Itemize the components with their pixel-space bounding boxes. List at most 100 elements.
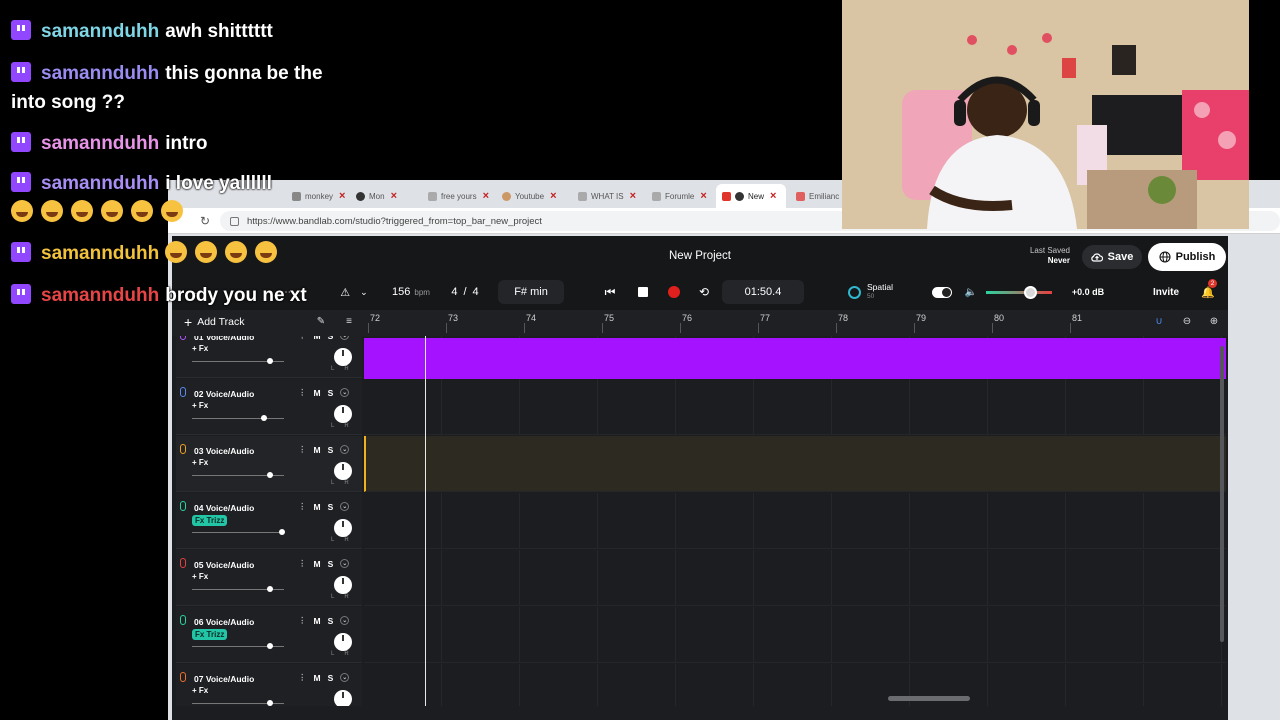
track-lane[interactable] <box>364 493 1226 549</box>
cloud-upload-icon <box>1090 253 1103 262</box>
emoji-row <box>165 239 285 268</box>
stop-button[interactable] <box>634 280 652 304</box>
browser-tab[interactable]: Mon × <box>350 184 410 208</box>
bar-number: 73 <box>448 313 459 323</box>
bar-number: 76 <box>682 313 693 323</box>
laughing-emoji-icon <box>41 200 63 222</box>
time-signature-field[interactable]: 4 / 4 <box>448 280 482 304</box>
browser-tab[interactable]: WHAT IS × <box>572 184 644 208</box>
chevron-down-icon[interactable]: ⌄ <box>340 388 350 397</box>
quantize-icon[interactable]: ≡ <box>342 316 356 330</box>
notifications-button[interactable]: 🔔 2 <box>1198 279 1218 304</box>
bar-number: 78 <box>838 313 849 323</box>
chevron-down-icon[interactable]: ⌄ <box>340 502 350 511</box>
globe-icon <box>1159 251 1171 263</box>
zoom-in-icon[interactable]: ⊕ <box>1207 316 1221 330</box>
chat-message: samannduhh this gonna be the into song ?? <box>11 59 331 117</box>
close-tab-icon[interactable]: × <box>700 190 706 202</box>
browser-tab[interactable]: Youtube × <box>496 184 568 208</box>
bar-tick <box>992 323 993 333</box>
key-selector[interactable]: F# min <box>498 280 564 304</box>
bar-tick <box>446 323 447 333</box>
bar-tick <box>368 323 369 333</box>
bar-number: 72 <box>370 313 381 323</box>
master-volume-slider[interactable] <box>984 280 1054 304</box>
chevron-down-icon[interactable]: ⌄ <box>340 616 350 625</box>
browser-tab[interactable]: Emilianc <box>790 184 850 208</box>
chat-username[interactable]: samannduhh <box>41 63 159 84</box>
chevron-down-icon: ⌄ <box>360 286 368 297</box>
favicon-icon <box>356 191 365 201</box>
volume-knob[interactable] <box>1024 285 1037 299</box>
zoom-out-icon[interactable]: ⊖ <box>1180 316 1194 330</box>
twitch-chat-overlay: samannduhh awh shitttttt samannduhh this go… <box>0 0 340 720</box>
chevron-down-icon[interactable]: ⌄ <box>340 559 350 568</box>
laughing-emoji-icon <box>255 241 278 263</box>
audio-clip[interactable] <box>364 338 1226 382</box>
playhead[interactable] <box>425 336 426 706</box>
chevron-down-icon[interactable]: ⌄ <box>340 445 350 454</box>
favicon-icon <box>796 191 805 201</box>
magnet-icon[interactable]: ∪ <box>1152 316 1166 330</box>
emoji-row <box>11 198 331 227</box>
close-tab-icon[interactable]: × <box>550 190 556 202</box>
browser-tab[interactable]: Forumle × <box>646 184 718 208</box>
recording-icon <box>735 191 744 201</box>
horizontal-scrollbar[interactable] <box>888 696 970 701</box>
twitch-badge-icon <box>11 20 31 40</box>
tuner-button[interactable]: ⚠ ⌄ <box>334 280 374 304</box>
spatial-switch[interactable] <box>932 280 952 304</box>
track-lane[interactable] <box>364 607 1226 663</box>
stop-icon <box>638 287 648 297</box>
bar-number: 75 <box>604 313 615 323</box>
laughing-emoji-icon <box>131 200 153 222</box>
bandlab-favicon-icon <box>722 191 731 201</box>
twitch-badge-icon <box>11 172 31 192</box>
rewind-icon[interactable]: ⏮ <box>598 280 622 304</box>
chevron-down-icon[interactable]: ⌄ <box>340 336 350 340</box>
close-tab-icon[interactable]: × <box>483 190 489 202</box>
chat-username[interactable]: samannduhh <box>41 173 159 194</box>
bar-number: 80 <box>994 313 1005 323</box>
twitch-badge-icon <box>11 242 31 262</box>
spatial-toggle[interactable]: Spatial 50 <box>848 280 932 304</box>
record-button[interactable] <box>665 280 683 304</box>
screen: monkey × Mon × free yours × Youtube × WHAT I… <box>0 0 1280 720</box>
vertical-scrollbar[interactable] <box>1220 346 1224 642</box>
laughing-emoji-icon <box>165 241 188 263</box>
tempo-field[interactable]: 156 bpm <box>386 280 436 304</box>
chat-username[interactable]: samannduhh <box>41 133 159 154</box>
close-tab-icon[interactable]: × <box>391 190 397 202</box>
bar-tick <box>758 323 759 333</box>
browser-tab[interactable]: free yours × <box>422 184 492 208</box>
chat-username[interactable]: samannduhh <box>41 243 159 264</box>
track-lane[interactable] <box>364 664 1226 706</box>
chat-message: samannduhh intro <box>11 129 331 158</box>
chevron-down-icon[interactable]: ⌄ <box>340 673 350 682</box>
twitch-badge-icon <box>11 132 31 152</box>
twitch-badge-icon <box>11 62 31 82</box>
bar-tick <box>1070 323 1071 333</box>
notification-badge: 2 <box>1208 279 1217 288</box>
close-tab-icon[interactable]: × <box>630 190 636 202</box>
track-lane[interactable] <box>364 379 1226 435</box>
chat-username[interactable]: samannduhh <box>41 21 159 42</box>
save-button[interactable]: Save <box>1082 245 1142 269</box>
invite-button[interactable]: Invite <box>1146 280 1186 304</box>
bar-tick <box>680 323 681 333</box>
twitch-badge-icon <box>11 284 31 304</box>
track-lane[interactable] <box>364 436 1226 492</box>
track-lane[interactable] <box>364 550 1226 606</box>
chat-message: samannduhh i love yallllll <box>11 169 331 227</box>
chat-text: i love yallllll <box>165 173 272 194</box>
chat-text: brody you ne xt <box>165 285 307 306</box>
close-tab-icon[interactable]: × <box>770 190 776 202</box>
chat-username[interactable]: samannduhh <box>41 285 159 306</box>
publish-button[interactable]: Publish <box>1148 243 1226 271</box>
speaker-icon[interactable]: 🔈 <box>964 280 978 304</box>
loop-icon[interactable]: ⟲ <box>695 280 713 304</box>
laughing-emoji-icon <box>101 200 123 222</box>
search-icon <box>428 191 437 201</box>
browser-tab-active[interactable]: New × <box>716 184 786 208</box>
search-icon <box>578 191 587 201</box>
